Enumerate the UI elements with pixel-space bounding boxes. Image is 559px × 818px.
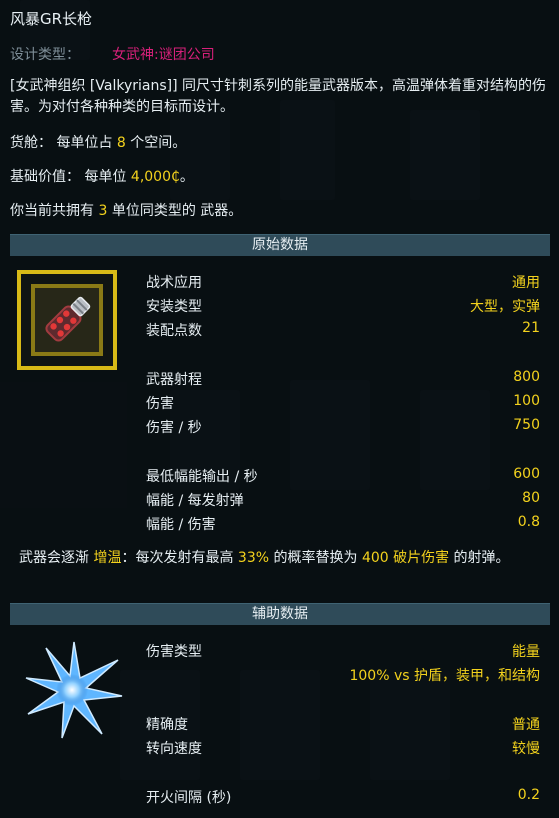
stat-label-turn-rate: 转向速度: [146, 741, 202, 757]
stat-value-turn-rate: 较慢: [512, 741, 540, 757]
stat-label-accuracy: 精确度: [146, 717, 188, 733]
weapon-title: 风暴GR长枪: [10, 10, 93, 28]
stat-value-refire-delay: 0.2: [517, 787, 540, 803]
owned-suffix: 单位同类型的 武器。: [107, 203, 243, 219]
stat-value-flux-per-shot: 80: [522, 490, 540, 506]
cargo-amount: 8: [116, 135, 126, 151]
stat-label-damage: 伤害: [146, 396, 174, 412]
stat-value-damage-modifier: 100% vs 护盾，装甲，和结构: [349, 668, 540, 684]
stat-value-dps: 750: [513, 417, 540, 433]
heat-up-note: 武器会逐渐 增温：每次发射有最高 33% 的概率替换为 400 破片伤害 的射弹…: [19, 548, 549, 568]
base-value-amount: 4,000₵: [130, 169, 180, 185]
stat-value-ordnance-points: 21: [522, 320, 540, 336]
base-value-suffix: 。: [179, 169, 194, 185]
owned-line: 你当前共拥有 3 单位同类型的 武器。: [10, 200, 242, 220]
stat-value-flux-per-damage: 0.8: [517, 514, 540, 530]
weapon-icon-inner-frame: [31, 284, 103, 356]
stat-value-mount-type: 大型，实弹: [470, 299, 540, 315]
stat-label-damage-type: 伤害类型: [146, 644, 202, 660]
cargo-line: 货舱： 每单位占 8 个空间。: [10, 132, 186, 152]
note-text: 武器会逐渐: [19, 550, 94, 566]
energy-burst-icon: [25, 641, 123, 739]
stat-label-range: 武器射程: [146, 372, 202, 388]
primary-data-header: 原始数据: [10, 234, 550, 256]
weapon-description: [女武神组织 [Valkyrians]] 同尺寸针刺系列的能量武器版本，高温弹体…: [10, 78, 546, 115]
stat-label-min-flux: 最低幅能输出 / 秒: [146, 469, 258, 485]
stat-label-flux-per-shot: 幅能 / 每发射弹: [146, 493, 244, 509]
design-type-label: 设计类型：: [10, 47, 80, 63]
stat-label-dps: 伤害 / 秒: [146, 420, 202, 436]
note-text: 的概率替换为: [269, 550, 362, 566]
note-text: ：每次发射有最高: [121, 550, 238, 566]
cargo-suffix: 个空间。: [125, 135, 187, 151]
secondary-data-header: 辅助数据: [10, 603, 550, 625]
owned-prefix: 你当前共拥有: [10, 203, 99, 219]
stat-value-damage-type: 能量: [512, 644, 540, 660]
stat-value-damage: 100: [513, 393, 540, 409]
note-highlight: 400 破片伤害: [361, 550, 450, 566]
note-highlight: 33%: [237, 550, 270, 566]
weapon-icon-frame: [17, 270, 117, 370]
stat-value-accuracy: 普通: [512, 717, 540, 733]
design-type-value: 女武神:谜团公司: [112, 47, 215, 63]
stat-label-ordnance-points: 装配点数: [146, 323, 202, 339]
stat-label-refire-delay: 开火间隔 (秒): [146, 790, 232, 806]
stat-value-range: 800: [513, 369, 540, 385]
base-value-line: 基础价值： 每单位 4,000₵。: [10, 166, 194, 186]
base-value-prefix: 基础价值： 每单位: [10, 169, 131, 185]
stat-label-mount-type: 安装类型: [146, 299, 202, 315]
cargo-prefix: 货舱： 每单位占: [10, 135, 117, 151]
note-text: 的射弹。: [449, 550, 510, 566]
stat-label-tactical-use: 战术应用: [146, 275, 202, 291]
weapon-tooltip-panel: 风暴GR长枪 设计类型： 女武神:谜团公司 [女武神组织 [Valkyrians…: [0, 0, 559, 818]
stat-label-flux-per-damage: 幅能 / 伤害: [146, 517, 216, 533]
stat-value-min-flux: 600: [513, 466, 540, 482]
stat-value-tactical-use: 通用: [512, 275, 540, 291]
note-highlight: 增温: [93, 550, 122, 566]
energy-weapon-icon: [45, 296, 91, 342]
